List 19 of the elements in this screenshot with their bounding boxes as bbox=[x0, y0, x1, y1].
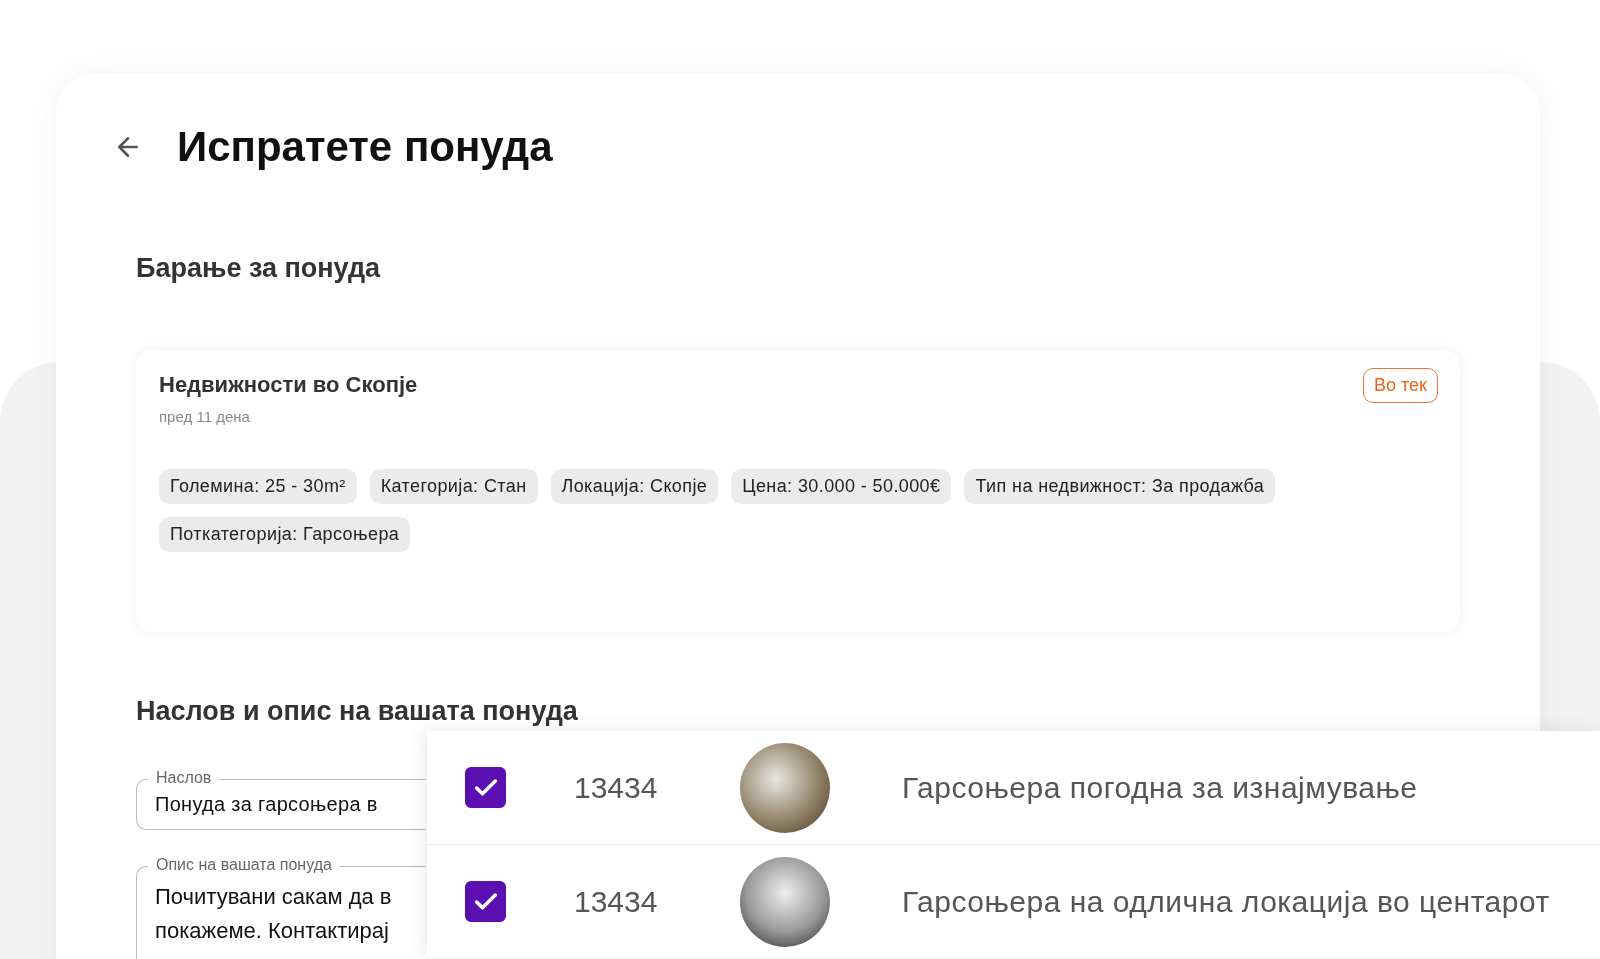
request-time: пред 11 дена bbox=[159, 408, 251, 425]
listing-id: 13434 bbox=[574, 770, 659, 805]
section-heading: Барање за понуда bbox=[136, 253, 382, 284]
listing-id: 13434 bbox=[574, 884, 659, 919]
status-badge: Во тек bbox=[1363, 368, 1438, 403]
filter-tag: Цена: 30.000 - 50.000€ bbox=[731, 469, 952, 504]
section-heading: Наслов и опис на вашата понуда bbox=[136, 696, 579, 727]
checkbox[interactable] bbox=[465, 881, 506, 922]
field-label: Опис на вашата понуда bbox=[148, 856, 340, 874]
filter-tag: Големина: 25 - 30m² bbox=[159, 469, 357, 504]
request-title: Недвижности во Скопје bbox=[159, 372, 418, 398]
listing-name: Гарсоњера на одлична локација во центарот bbox=[902, 884, 1550, 919]
filter-tag: Поткатегорија: Гарсоњера bbox=[159, 517, 411, 552]
filter-tag: Тип на недвижност: За продажба bbox=[964, 469, 1276, 504]
checkbox[interactable] bbox=[465, 767, 506, 808]
page-title: Испратете понуда bbox=[177, 123, 553, 171]
filter-tag: Категорија: Стан bbox=[369, 469, 538, 504]
filter-tag: Локација: Скопје bbox=[550, 469, 719, 504]
listing-name: Гарсоњера погодна за изнајмување bbox=[902, 770, 1418, 805]
